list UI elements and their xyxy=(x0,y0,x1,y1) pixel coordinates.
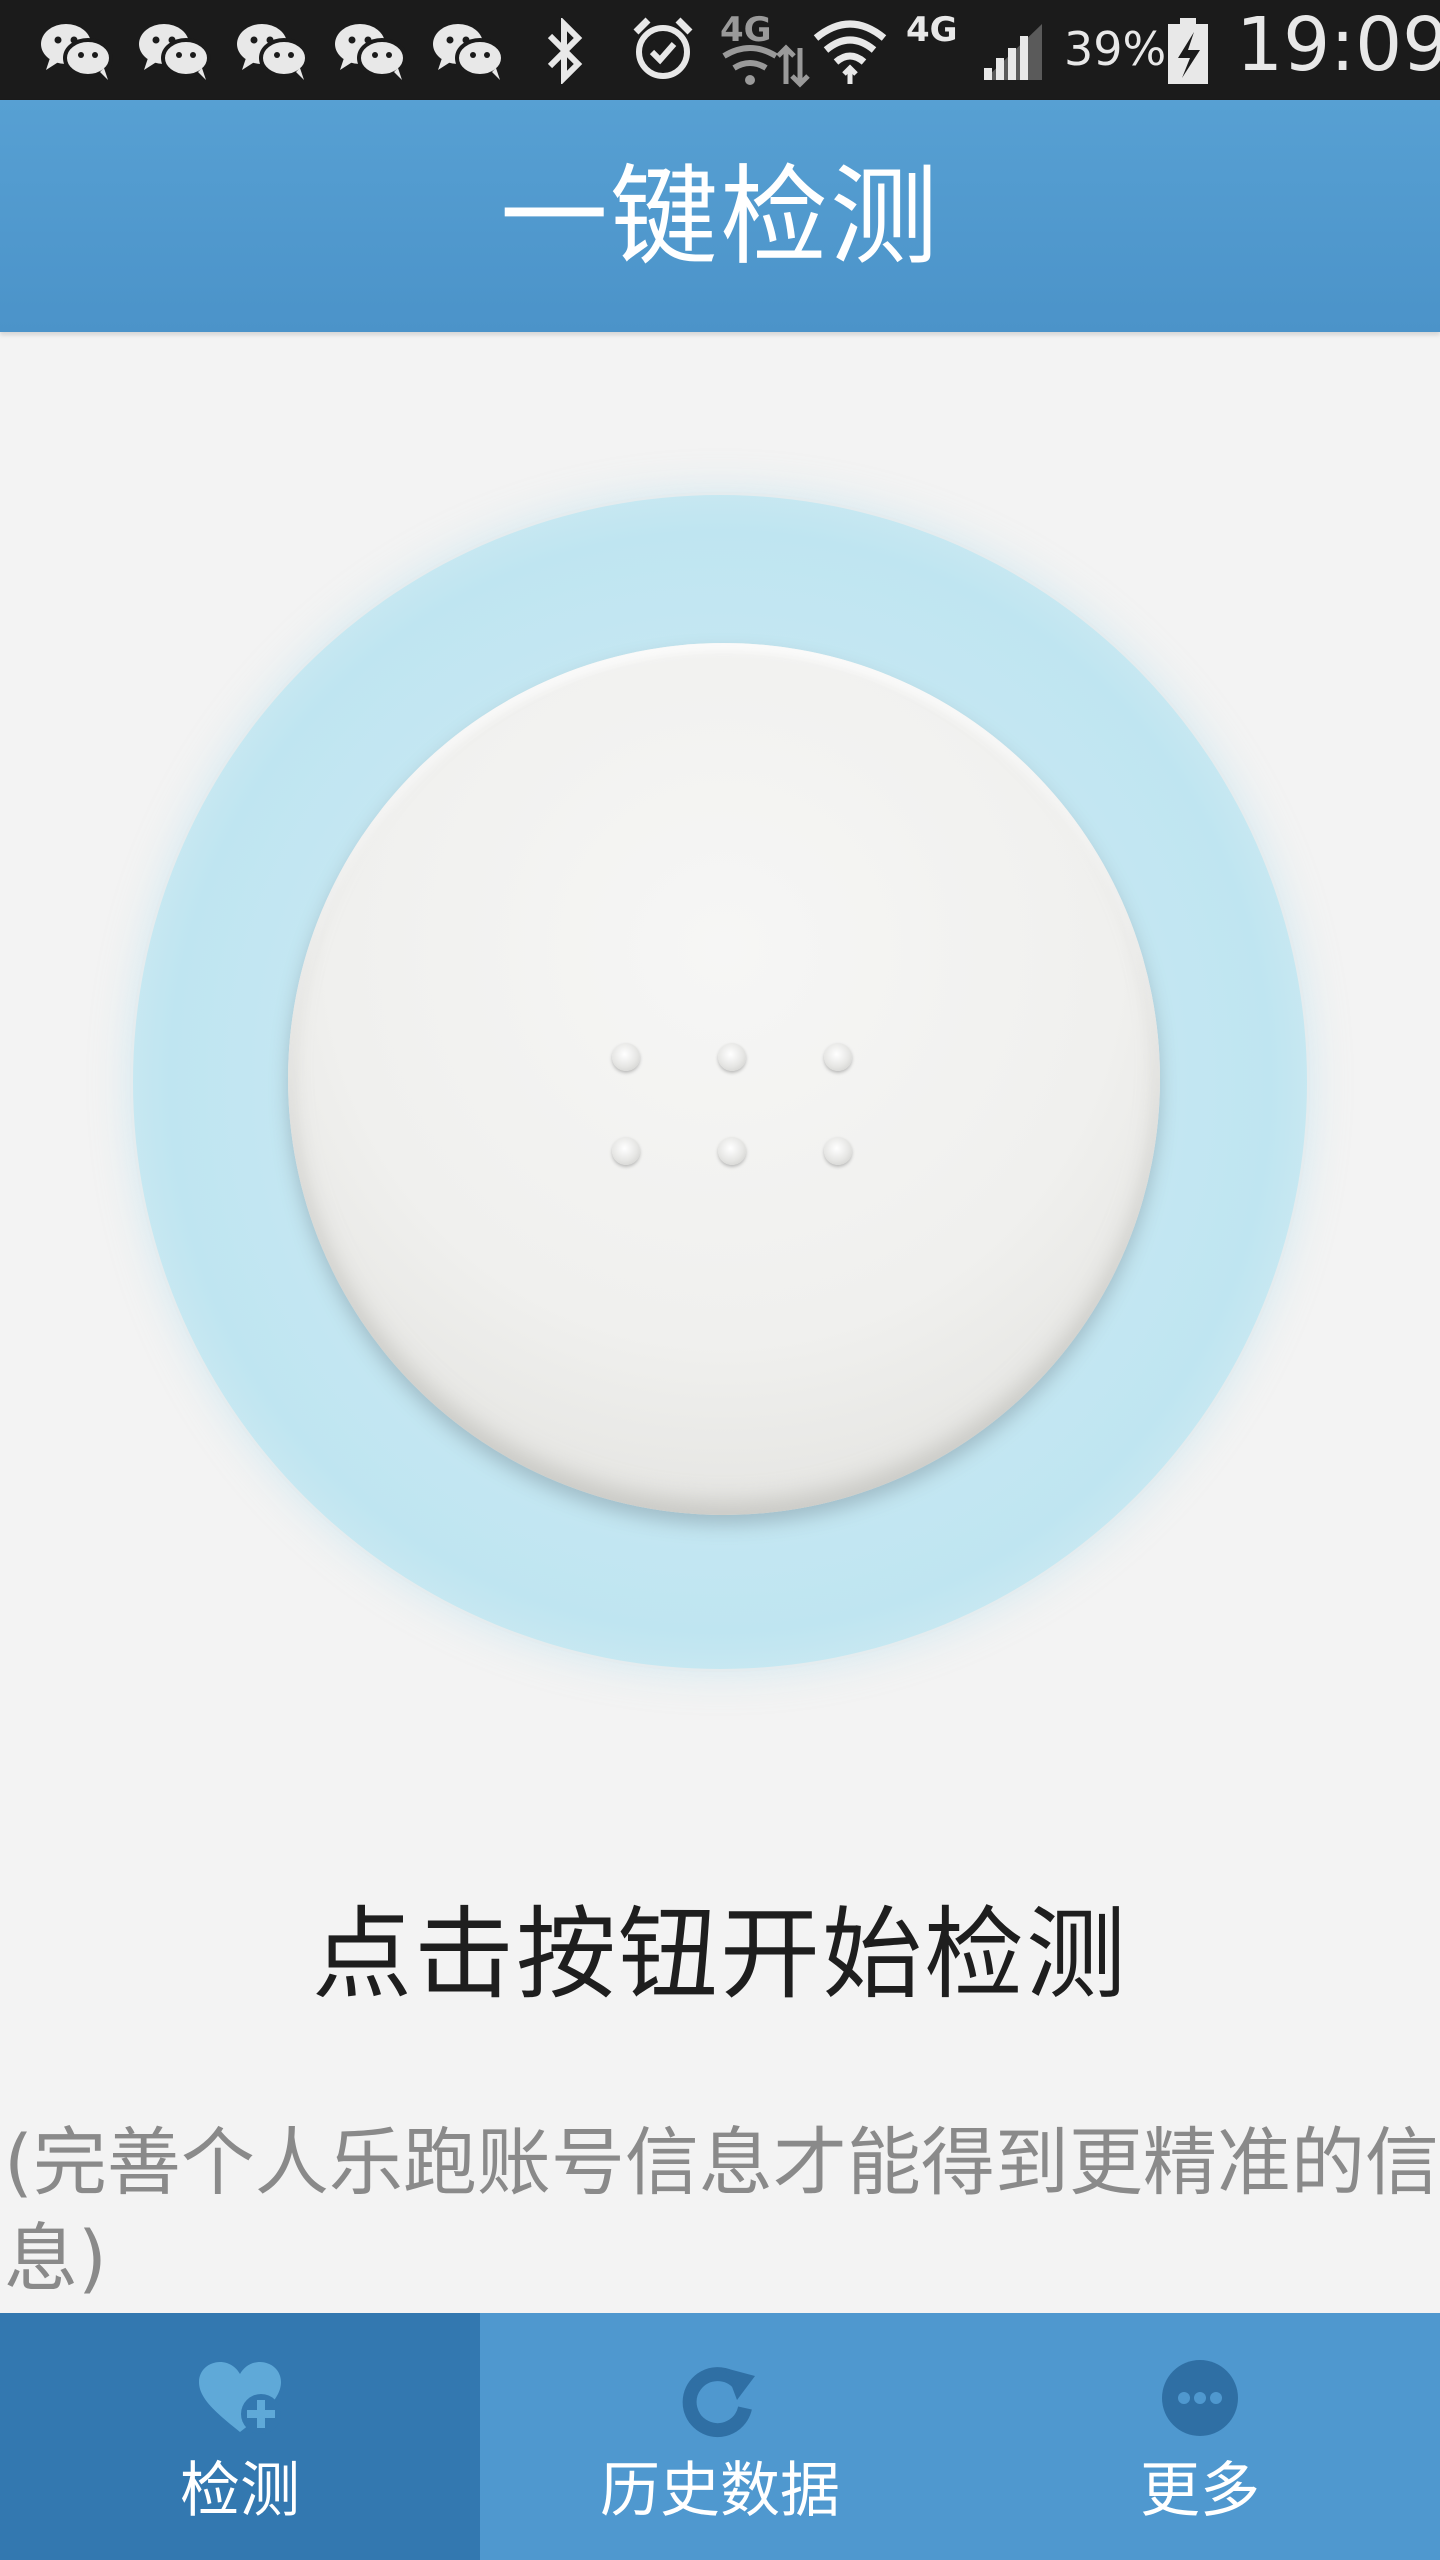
signal-icon xyxy=(984,24,1042,80)
network-type-2: 4G xyxy=(906,10,958,50)
profile-hint: (完善个人乐跑账号信息才能得到更精准的信息) xyxy=(4,2120,1439,2302)
notification-icons xyxy=(38,20,508,82)
wechat-icon xyxy=(433,24,505,80)
nav-history[interactable]: 历史数据 xyxy=(480,2313,960,2560)
refresh-icon xyxy=(682,2367,755,2438)
nav-detect[interactable]: 检测 xyxy=(0,2313,480,2560)
button-dot xyxy=(718,1043,746,1071)
button-dot xyxy=(612,1137,640,1165)
battery-percent: 39% xyxy=(1064,22,1167,76)
bluetooth-icon xyxy=(547,18,583,84)
wechat-icon xyxy=(335,24,407,80)
wifi-icon xyxy=(813,20,887,84)
wechat-icon xyxy=(41,24,113,80)
nav-label: 检测 xyxy=(180,2456,300,2526)
start-detect-button[interactable] xyxy=(288,643,1160,1515)
status-bar: 4G 4G 39% 19:09 xyxy=(0,0,1440,100)
nav-label: 更多 xyxy=(1140,2456,1260,2526)
page-title: 一键检测 xyxy=(499,155,940,280)
heart-plus-icon xyxy=(199,2362,281,2434)
alarm-icon xyxy=(633,17,693,79)
data-icon xyxy=(722,44,810,88)
button-dot xyxy=(612,1043,640,1071)
wechat-icon xyxy=(139,24,211,80)
button-dot xyxy=(718,1137,746,1165)
wechat-icon xyxy=(237,24,309,80)
bottom-nav: 检测 历史数据 更多 xyxy=(0,2313,1440,2560)
nav-more[interactable]: 更多 xyxy=(960,2313,1440,2560)
button-dot xyxy=(824,1137,852,1165)
button-dot xyxy=(824,1043,852,1071)
nav-label: 历史数据 xyxy=(600,2456,840,2526)
battery-charging-icon xyxy=(1168,18,1208,84)
title-bar: 一键检测 xyxy=(0,100,1440,332)
clock: 19:09 xyxy=(1236,2,1440,88)
more-icon xyxy=(1162,2360,1238,2436)
start-prompt: 点击按钮开始检测 xyxy=(312,1896,1128,2013)
